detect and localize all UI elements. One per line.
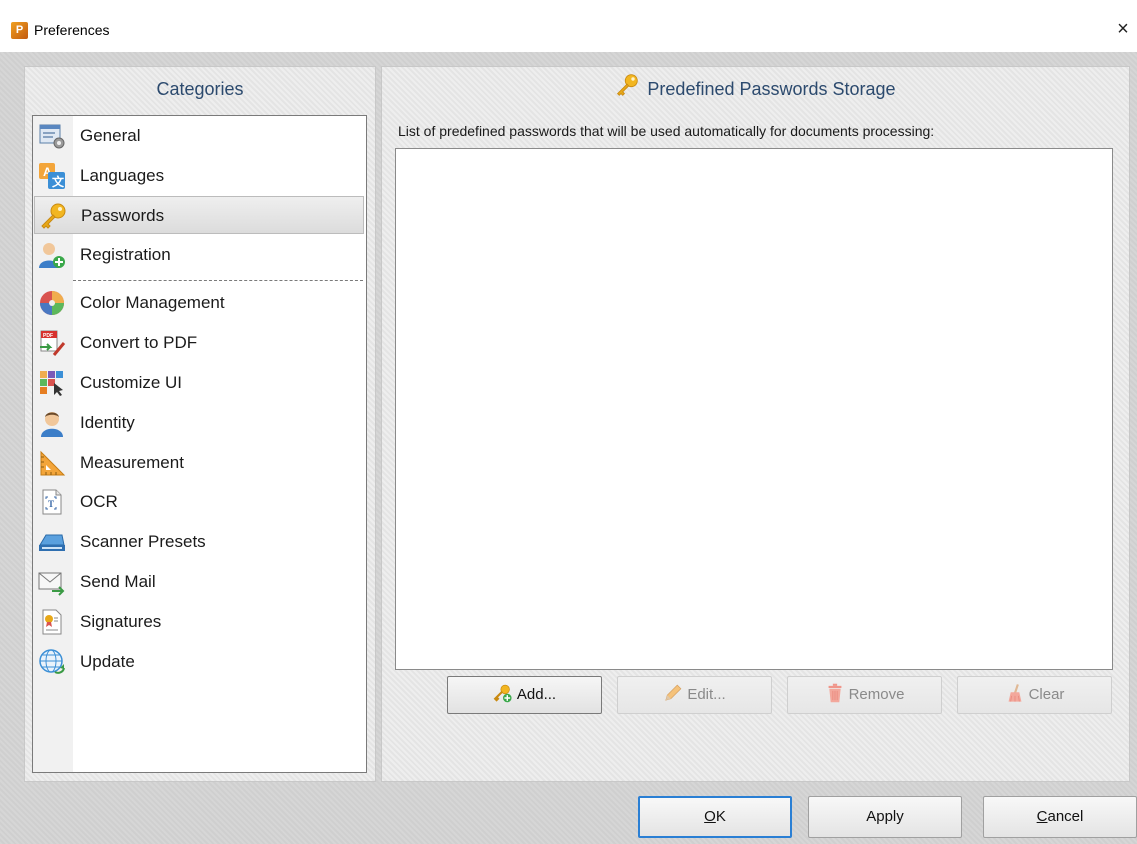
convert-pdf-icon: PDF xyxy=(40,330,66,356)
ok-button[interactable]: OK xyxy=(638,796,792,838)
category-send-mail[interactable]: Send Mail xyxy=(34,563,364,601)
category-signatures[interactable]: Signatures xyxy=(34,603,364,641)
registration-icon xyxy=(39,243,65,268)
ok-label: K xyxy=(715,808,726,825)
category-passwords[interactable]: Passwords xyxy=(34,196,364,234)
ok-mnemonic: O xyxy=(704,808,716,825)
svg-text:PDF: PDF xyxy=(43,333,53,339)
category-label: Passwords xyxy=(81,206,165,225)
category-label: Registration xyxy=(80,245,171,264)
update-globe-icon xyxy=(39,649,65,674)
remove-button[interactable]: Remove xyxy=(787,676,942,714)
passwords-panel: Predefined Passwords Storage List of pre… xyxy=(381,66,1130,782)
cancel-mnemonic: C xyxy=(1036,808,1048,825)
category-separator xyxy=(73,280,363,281)
category-label: Color Management xyxy=(80,293,225,312)
category-scanner-presets[interactable]: Scanner Presets xyxy=(34,523,364,561)
key-icon xyxy=(617,74,639,96)
clear-button-label: Clear xyxy=(1028,686,1065,703)
window-title: Preferences xyxy=(34,22,110,38)
edit-button-label: Edit... xyxy=(687,686,726,703)
key-icon xyxy=(41,203,66,229)
category-registration[interactable]: Registration xyxy=(34,236,364,274)
languages-icon: A 文 xyxy=(39,163,65,189)
svg-text:T: T xyxy=(48,499,54,509)
category-customize-ui[interactable]: Customize UI xyxy=(34,364,364,402)
category-label: General xyxy=(80,126,141,145)
passwords-list[interactable] xyxy=(395,148,1113,670)
add-key-icon xyxy=(493,684,512,703)
category-label: OCR xyxy=(80,492,118,511)
category-ocr[interactable]: T OCR xyxy=(34,483,364,521)
categories-header: Categories xyxy=(156,79,244,99)
category-color-management[interactable]: Color Management xyxy=(34,284,364,322)
category-convert-to-pdf[interactable]: PDF Convert to PDF xyxy=(34,324,364,362)
svg-text:文: 文 xyxy=(52,174,65,189)
cancel-button[interactable]: Cancel xyxy=(983,796,1137,838)
passwords-description: List of predefined passwords that will b… xyxy=(398,123,935,139)
category-update[interactable]: Update xyxy=(34,643,364,681)
identity-icon xyxy=(41,412,63,437)
ruler-icon xyxy=(40,450,66,476)
category-label: Send Mail xyxy=(80,572,156,591)
signature-icon xyxy=(42,609,62,635)
add-button-label: Add... xyxy=(516,686,557,703)
category-measurement[interactable]: Measurement xyxy=(34,444,364,482)
app-logo-icon: P xyxy=(11,22,28,39)
categories-panel: Categories General A 文 Languages Passwor… xyxy=(24,66,376,782)
color-wheel-icon xyxy=(40,291,64,315)
category-label: Update xyxy=(80,652,135,671)
pencil-icon xyxy=(665,684,682,701)
scanner-icon xyxy=(39,534,65,551)
category-label: Customize UI xyxy=(80,373,183,392)
categories-list[interactable]: General A 文 Languages Passwords Registra… xyxy=(32,115,367,773)
passwords-header-title: Predefined Passwords Storage xyxy=(647,79,896,99)
clear-button[interactable]: Clear xyxy=(957,676,1112,714)
category-label: Signatures xyxy=(80,612,162,631)
broom-icon xyxy=(1008,684,1021,702)
remove-button-label: Remove xyxy=(848,686,905,703)
ocr-icon: T xyxy=(42,489,62,515)
trash-icon xyxy=(828,683,841,703)
edit-button[interactable]: Edit... xyxy=(617,676,772,714)
category-label: Identity xyxy=(80,413,135,432)
apply-button[interactable]: Apply xyxy=(808,796,962,838)
add-button[interactable]: Add... xyxy=(447,676,602,714)
apply-label: Apply xyxy=(866,808,904,825)
general-settings-icon xyxy=(39,124,65,149)
category-label: Languages xyxy=(80,166,165,185)
category-label: Convert to PDF xyxy=(80,333,198,352)
category-label: Scanner Presets xyxy=(80,532,206,551)
title-bar: P Preferences × xyxy=(0,0,1137,52)
passwords-header: Predefined Passwords Storage xyxy=(382,67,1129,109)
category-general[interactable]: General xyxy=(34,117,364,155)
cancel-label: ancel xyxy=(1047,808,1084,825)
category-languages[interactable]: A 文 Languages xyxy=(34,157,364,195)
category-identity[interactable]: Identity xyxy=(34,404,364,442)
mail-icon xyxy=(38,572,65,596)
close-button[interactable]: × xyxy=(1112,16,1134,42)
customize-ui-icon xyxy=(40,371,63,396)
category-label: Measurement xyxy=(80,453,184,472)
